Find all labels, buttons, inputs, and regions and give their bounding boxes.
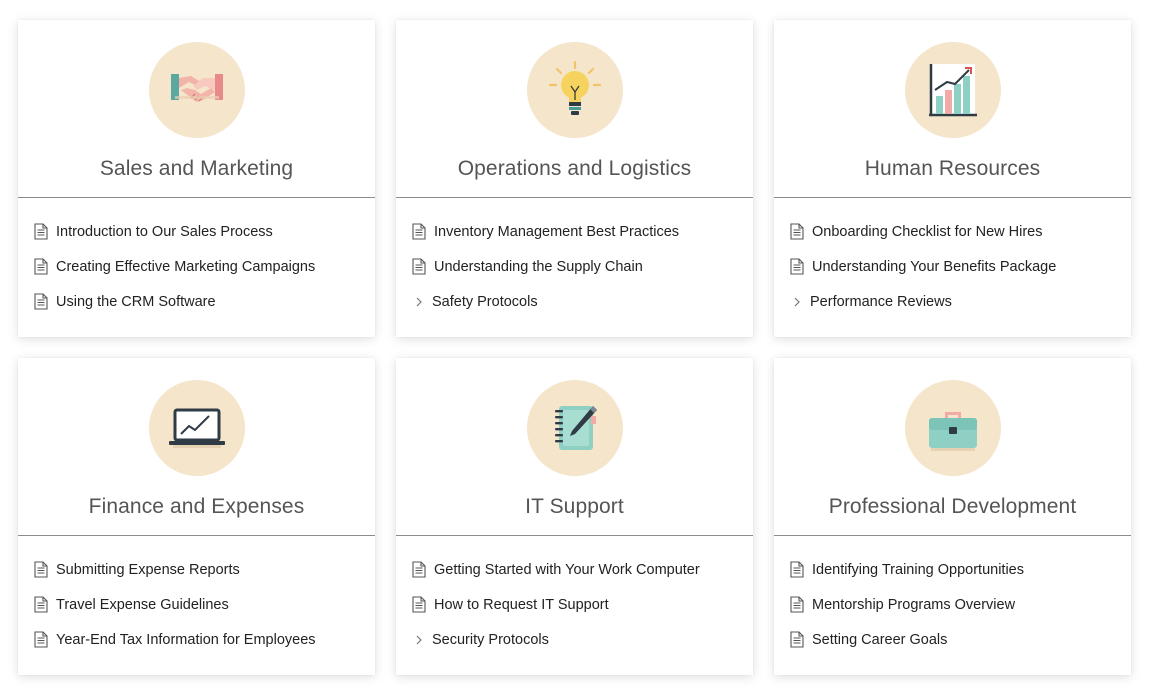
lightbulb-icon xyxy=(526,42,623,138)
article-link[interactable]: Onboarding Checklist for New Hires xyxy=(790,214,1131,249)
section-link[interactable]: Performance Reviews xyxy=(790,284,1131,319)
article-list: Identifying Training Opportunities Mento… xyxy=(774,536,1131,657)
document-icon xyxy=(412,257,432,277)
article-list: Onboarding Checklist for New Hires Under… xyxy=(774,198,1131,319)
article-link[interactable]: Getting Started with Your Work Computer xyxy=(412,552,753,587)
category-card-human-resources: Human Resources Onboarding Checklist for… xyxy=(774,20,1131,337)
article-link[interactable]: Inventory Management Best Practices xyxy=(412,214,753,249)
section-label: Safety Protocols xyxy=(432,293,538,310)
document-icon xyxy=(34,630,54,650)
section-label: Performance Reviews xyxy=(810,293,952,310)
article-label: Introduction to Our Sales Process xyxy=(56,223,273,240)
article-link[interactable]: Setting Career Goals xyxy=(790,622,1131,657)
document-icon xyxy=(412,222,432,242)
article-link[interactable]: Mentorship Programs Overview xyxy=(790,587,1131,622)
category-grid: Sales and Marketing Introduction to Our … xyxy=(18,20,1132,675)
document-icon xyxy=(790,595,810,615)
card-title: Professional Development xyxy=(828,495,1077,518)
card-header: Human Resources xyxy=(774,20,1131,198)
category-card-finance-expenses: Finance and Expenses Submitting Expense … xyxy=(18,358,375,675)
article-link[interactable]: How to Request IT Support xyxy=(412,587,753,622)
article-label: Understanding the Supply Chain xyxy=(434,258,643,275)
article-link[interactable]: Introduction to Our Sales Process xyxy=(34,214,375,249)
document-icon xyxy=(34,222,54,242)
card-title: IT Support xyxy=(525,495,624,518)
document-icon xyxy=(790,560,810,580)
article-label: Understanding Your Benefits Package xyxy=(812,258,1057,275)
section-link[interactable]: Safety Protocols xyxy=(412,284,753,319)
card-title: Sales and Marketing xyxy=(99,157,294,180)
document-icon xyxy=(790,222,810,242)
briefcase-icon xyxy=(904,380,1001,476)
category-card-it-support: IT Support Getting Started with Your Wor… xyxy=(396,358,753,675)
document-icon xyxy=(34,560,54,580)
article-list: Introduction to Our Sales Process Creati… xyxy=(18,198,375,319)
article-link[interactable]: Submitting Expense Reports xyxy=(34,552,375,587)
section-label: Security Protocols xyxy=(432,631,549,648)
document-icon xyxy=(412,560,432,580)
article-label: Using the CRM Software xyxy=(56,293,216,310)
card-header: Professional Development xyxy=(774,358,1131,536)
document-icon xyxy=(34,595,54,615)
document-icon xyxy=(412,595,432,615)
article-link[interactable]: Travel Expense Guidelines xyxy=(34,587,375,622)
article-label: How to Request IT Support xyxy=(434,596,609,613)
card-header: IT Support xyxy=(396,358,753,536)
article-link[interactable]: Creating Effective Marketing Campaigns xyxy=(34,249,375,284)
article-link[interactable]: Understanding Your Benefits Package xyxy=(790,249,1131,284)
card-header: Operations and Logistics xyxy=(396,20,753,198)
document-icon xyxy=(34,292,54,312)
article-link[interactable]: Understanding the Supply Chain xyxy=(412,249,753,284)
document-icon xyxy=(790,257,810,277)
chevron-right-icon xyxy=(790,292,804,312)
category-card-sales-marketing: Sales and Marketing Introduction to Our … xyxy=(18,20,375,337)
card-title: Finance and Expenses xyxy=(88,495,305,518)
card-title: Human Resources xyxy=(864,157,1041,180)
category-card-professional-development: Professional Development Identifying Tra… xyxy=(774,358,1131,675)
card-header: Sales and Marketing xyxy=(18,20,375,198)
section-link[interactable]: Security Protocols xyxy=(412,622,753,657)
article-link[interactable]: Year-End Tax Information for Employees xyxy=(34,622,375,657)
card-header: Finance and Expenses xyxy=(18,358,375,536)
article-label: Setting Career Goals xyxy=(812,631,948,648)
chevron-right-icon xyxy=(412,292,426,312)
article-label: Inventory Management Best Practices xyxy=(434,223,680,240)
article-list: Getting Started with Your Work Computer … xyxy=(396,536,753,657)
article-label: Identifying Training Opportunities xyxy=(812,561,1024,578)
article-list: Submitting Expense Reports Travel Expens… xyxy=(18,536,375,657)
chevron-right-icon xyxy=(412,630,426,650)
article-label: Year-End Tax Information for Employees xyxy=(56,631,316,648)
article-label: Mentorship Programs Overview xyxy=(812,596,1016,613)
handshake-icon xyxy=(148,42,245,138)
laptop-chart-icon xyxy=(148,380,245,476)
document-icon xyxy=(34,257,54,277)
article-link[interactable]: Identifying Training Opportunities xyxy=(790,552,1131,587)
article-label: Onboarding Checklist for New Hires xyxy=(812,223,1043,240)
article-label: Travel Expense Guidelines xyxy=(56,596,229,613)
article-label: Creating Effective Marketing Campaigns xyxy=(56,258,316,275)
category-card-operations-logistics: Operations and Logistics Inventory Manag… xyxy=(396,20,753,337)
document-icon xyxy=(790,630,810,650)
growth-chart-icon xyxy=(904,42,1001,138)
article-link[interactable]: Using the CRM Software xyxy=(34,284,375,319)
article-label: Submitting Expense Reports xyxy=(56,561,240,578)
notebook-pen-icon xyxy=(526,380,623,476)
article-label: Getting Started with Your Work Computer xyxy=(434,561,700,578)
article-list: Inventory Management Best Practices Unde… xyxy=(396,198,753,319)
card-title: Operations and Logistics xyxy=(457,157,692,180)
